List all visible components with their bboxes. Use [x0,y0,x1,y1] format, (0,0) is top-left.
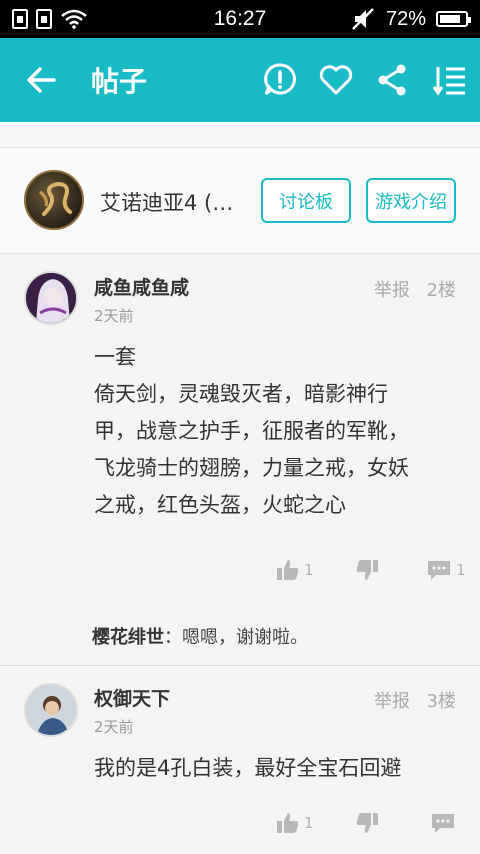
comment-time: 2天前 [94,718,134,736]
like-button[interactable]: 1 [276,559,314,581]
comment-bubble-icon [432,814,454,833]
thumbs-down-icon [356,813,378,833]
reply-separator: ： [164,627,182,648]
comment-floor-3: 权御天下 2天前 举报 3楼 我的是4孔白装，最好全宝石回避 1 [0,666,480,854]
comment-username[interactable]: 咸鱼咸鱼咸 [94,273,189,300]
reply-username[interactable]: 樱花绯世 [92,627,164,648]
comment-line: 飞龙骑士的翅膀，力量之戒，女妖 [94,456,409,480]
comment-count: 1 [456,561,466,579]
forum-button[interactable]: 讨论板 [261,178,351,223]
like-button[interactable]: 1 [276,812,314,834]
back-arrow-icon[interactable] [22,62,62,98]
thumbs-down-icon [356,560,378,580]
game-title[interactable]: 艾诺迪亚4 (… [100,187,233,217]
report-alert-icon[interactable] [262,62,298,98]
dislike-button[interactable] [355,812,379,834]
game-avatar [24,170,84,230]
sort-list-icon[interactable] [432,62,468,98]
reply-preview[interactable]: 樱花绯世：嗯嗯，谢谢啦。 [92,623,308,649]
dislike-button[interactable] [355,559,379,581]
anime-avatar-icon [26,273,76,323]
game-info-row[interactable]: 艾诺迪亚4 (… 讨论板 游戏介绍 [0,148,480,254]
battery-icon [436,11,471,27]
comment-line: 一套 [94,345,136,369]
comment-body: 我的是4孔白装，最好全宝石回避 [94,750,464,787]
comment-line: 甲，战意之护手，征服者的军靴， [94,419,409,443]
spacer-band [0,122,480,148]
comment-line: 我的是4孔白装，最好全宝石回避 [94,756,402,780]
like-count: 1 [304,561,314,579]
status-bar: 16:27 72% [0,0,480,38]
comment-line: 之戒，红色头盔，火蛇之心 [94,493,346,517]
photo-avatar-icon [26,685,76,735]
game-intro-button[interactable]: 游戏介绍 [366,178,456,223]
reply-comment-button[interactable] [430,812,456,834]
like-count: 1 [304,814,314,832]
share-icon[interactable] [374,62,410,98]
report-link[interactable]: 举报 [374,687,410,713]
floor-number: 3楼 [426,691,456,712]
dragon-logo-icon [39,181,72,216]
comment-bubble-icon [428,561,450,580]
reply-text: 嗯嗯，谢谢啦。 [182,627,308,648]
battery-percent: 72% [385,7,426,30]
page-title: 帖子 [91,65,148,98]
user-avatar[interactable] [24,271,78,325]
thumbs-up-icon [277,813,299,833]
thumbs-up-icon [277,560,299,580]
comment-username[interactable]: 权御天下 [94,684,170,711]
comment-floor-2: 咸鱼咸鱼咸 2天前 举报 2楼 一套 倚天剑，灵魂毁灭者，暗影神行 甲，战意之护… [0,255,480,665]
comment-body: 一套 倚天剑，灵魂毁灭者，暗影神行 甲，战意之护手，征服者的军靴， 飞龙骑士的翅… [94,339,464,524]
comment-time: 2天前 [94,307,134,325]
floor-number: 2楼 [426,280,456,301]
app-header: 帖子 [0,38,480,122]
user-avatar[interactable] [24,683,78,737]
report-link[interactable]: 举报 [374,276,410,302]
mute-icon [352,8,374,30]
reply-comment-button[interactable]: 1 [426,559,466,581]
status-right: 72% [350,7,471,31]
comment-line: 倚天剑，灵魂毁灭者，暗影神行 [94,382,388,406]
favorite-heart-icon[interactable] [318,62,354,98]
